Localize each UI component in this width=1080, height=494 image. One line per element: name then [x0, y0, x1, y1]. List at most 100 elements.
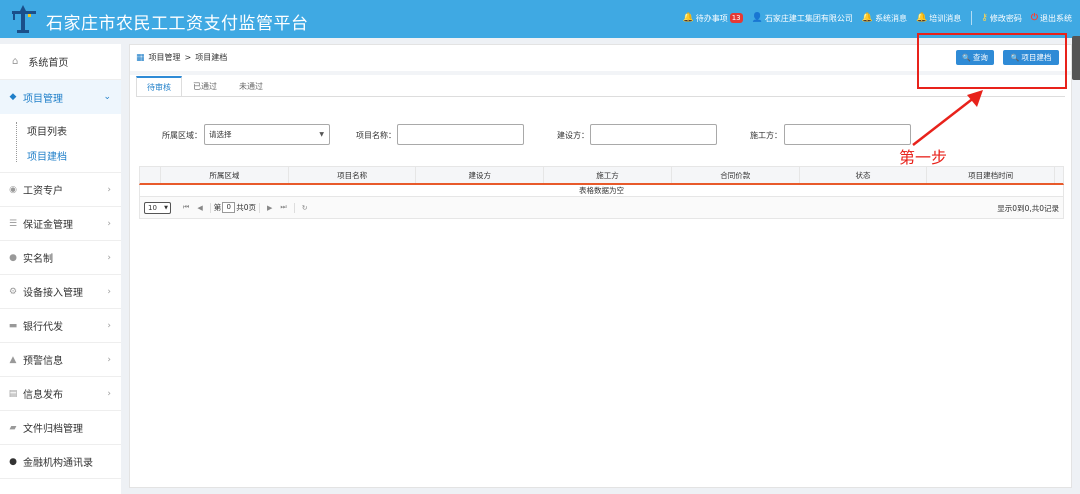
calendar-icon: ▦	[136, 52, 145, 63]
card-icon: ▬	[8, 320, 18, 331]
sidebar-item-label: 设备接入管理	[23, 288, 83, 299]
chevron-right-icon: ›	[107, 388, 111, 399]
builder-input[interactable]	[590, 124, 717, 145]
project-name-label: 项目名称：	[356, 131, 396, 140]
table-header-cell[interactable]: 状态	[798, 167, 927, 183]
layers-icon: ◆	[9, 92, 17, 102]
region-select-value: 请选择	[209, 130, 232, 139]
logout-link[interactable]: ⏻ 退出系统	[1031, 13, 1072, 24]
sidebar-item-label: 系统首页	[28, 58, 69, 69]
table-header-cell[interactable]: 所属区域	[160, 167, 288, 183]
chevron-right-icon: ›	[107, 354, 111, 365]
page-total: 共0页	[236, 203, 256, 212]
region-label: 所属区域：	[162, 131, 202, 140]
sidebar-item-label: 预警信息	[23, 356, 63, 367]
breadcrumb-level1[interactable]: 项目管理	[149, 52, 181, 63]
sidebar-item-real-name[interactable]: ● 实名制 ›	[0, 241, 121, 275]
builder-label: 建设方：	[557, 131, 589, 140]
breadcrumb-level2: 项目建档	[195, 53, 228, 62]
table-header: 所属区域 项目名称 建设方 施工方 合同价款 状态 项目建档时间	[139, 166, 1064, 185]
sidebar-item-deposit[interactable]: ☰ 保证金管理 ›	[0, 207, 121, 241]
folder-icon: ▰	[9, 422, 17, 433]
chevron-right-icon: ›	[107, 252, 111, 263]
annotation-arrow-icon	[912, 90, 983, 146]
tab-label: 未通过	[239, 82, 263, 91]
sidebar-item-wage-account[interactable]: ◉ 工资专户 ›	[0, 173, 121, 207]
todo-label: 待办事项	[695, 13, 728, 23]
sidebar-item-label: 实名制	[23, 254, 53, 265]
sidebar-item-home[interactable]: ⌂ 系统首页	[0, 44, 121, 80]
first-page-icon[interactable]: ⏮	[183, 203, 189, 212]
sidebar-item-label: 信息发布	[23, 390, 63, 401]
table-empty-message: 表格数据为空	[139, 185, 1064, 197]
company-link[interactable]: 👤 石家庄建工集团有限公司	[752, 13, 853, 24]
change-password-label: 修改密码	[989, 13, 1022, 23]
key-icon: ⚷	[981, 13, 988, 23]
tab-label: 已通过	[193, 82, 217, 91]
table-header-checkbox-column	[140, 167, 160, 183]
last-page-icon[interactable]: ⏭	[280, 203, 286, 212]
divider	[293, 202, 295, 213]
sidebar-item-project-management[interactable]: ◆ 项目管理 ⌄	[0, 80, 121, 114]
bell-icon: 🔔	[916, 13, 928, 23]
sidebar-item-label: 保证金管理	[23, 220, 73, 231]
bell-icon: 🔔	[682, 13, 694, 23]
page-prefix: 第	[213, 203, 222, 212]
sidebar-item-warning[interactable]: ▲ 预警信息 ›	[0, 343, 121, 377]
person-icon: ●	[9, 456, 17, 467]
user-icon: 👤	[751, 13, 763, 23]
breadcrumb-separator: >	[184, 53, 192, 62]
tab-rejected[interactable]: 未通过	[228, 76, 274, 96]
sidebar-subitem-label: 项目建档	[27, 152, 67, 163]
sidebar-item-finance-contacts[interactable]: ● 金融机构通讯录	[0, 445, 121, 479]
next-page-icon[interactable]: ▶	[267, 204, 272, 212]
warning-icon: ▲	[9, 354, 17, 365]
sidebar-item-device-access[interactable]: ⚙ 设备接入管理 ›	[0, 275, 121, 309]
top-actions: 🔔 待办事项 13 👤 石家庄建工集团有限公司 🔔 系统消息 🔔 培训消息 ⚷ …	[673, 11, 1072, 25]
project-name-input[interactable]	[397, 124, 524, 145]
table-header-cell[interactable]: 建设方	[415, 167, 543, 183]
prev-page-icon[interactable]: ◀	[197, 204, 202, 212]
crane-logo-icon	[12, 5, 36, 33]
sidebar-item-label: 银行代发	[23, 322, 63, 333]
gears-icon: ⚙	[8, 286, 18, 297]
system-message-label: 系统消息	[875, 13, 908, 23]
todo-count-badge: 13	[729, 13, 743, 23]
page-size-value: 10	[148, 203, 157, 212]
side-scroll-handle[interactable]	[1072, 36, 1080, 80]
sidebar-subitem-project-filing[interactable]: 项目建档	[0, 143, 121, 168]
chevron-right-icon: ›	[107, 320, 111, 331]
pagination-bar: 10 ▼ ⏮ ◀ 第 0 共0页 ▶ ⏭ ↻ 显示0到0,共0记录	[139, 197, 1064, 219]
tab-approved[interactable]: 已通过	[182, 76, 228, 96]
region-select[interactable]: 请选择 ▼	[204, 124, 330, 145]
tab-pending[interactable]: 待审核	[136, 76, 182, 96]
page-number-input[interactable]: 0	[222, 202, 236, 213]
refresh-icon[interactable]: ↻	[302, 204, 308, 212]
page-size-select[interactable]: 10 ▼	[144, 201, 171, 214]
contractor-input[interactable]	[784, 124, 911, 145]
table-header-cell[interactable]: 合同价款	[670, 167, 799, 183]
coin-icon: ◉	[9, 184, 17, 195]
sidebar-subitem-project-list[interactable]: 项目列表	[0, 118, 121, 143]
document-icon: ▤	[8, 388, 18, 399]
sidebar: ⌂ 系统首页 ◆ 项目管理 ⌄ 项目列表 项目建档 ◉ 工资专户 › ☰ 保证金…	[0, 44, 121, 494]
table-header-cell[interactable]: 项目名称	[287, 167, 416, 183]
table-header-cell[interactable]: 项目建档时间	[926, 167, 1054, 183]
todo-link[interactable]: 🔔 待办事项 13	[682, 13, 743, 24]
sidebar-item-label: 工资专户	[23, 186, 63, 197]
training-message-link[interactable]: 🔔 培训消息	[916, 13, 961, 24]
app-title: 石家庄市农民工工资支付监管平台	[46, 14, 309, 34]
sidebar-item-bank-payment[interactable]: ▬ 银行代发 ›	[0, 309, 121, 343]
home-icon: ⌂	[12, 56, 19, 67]
divider	[971, 11, 973, 25]
training-message-label: 培训消息	[929, 13, 962, 23]
chevron-right-icon: ›	[107, 218, 111, 229]
sidebar-item-publish[interactable]: ▤ 信息发布 ›	[0, 377, 121, 411]
sidebar-item-archive[interactable]: ▰ 文件归档管理	[0, 411, 121, 445]
table-header-scroll-gutter	[1054, 167, 1063, 183]
system-message-link[interactable]: 🔔 系统消息	[862, 13, 907, 24]
divider	[209, 202, 211, 213]
table-header-cell[interactable]: 施工方	[543, 167, 671, 183]
change-password-link[interactable]: ⚷ 修改密码	[981, 13, 1022, 24]
pagination-info: 显示0到0,共0记录	[997, 204, 1059, 213]
